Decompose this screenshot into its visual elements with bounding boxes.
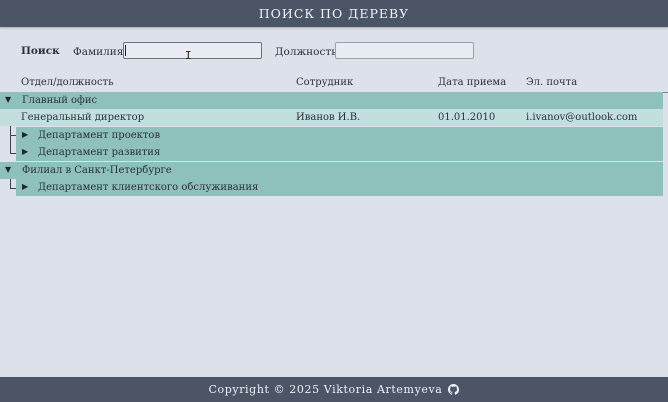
app-footer: Copyright © 2025 Viktoria Artemyeva xyxy=(0,377,668,402)
column-header-hire-date[interactable]: Дата приема xyxy=(438,77,506,88)
row-label: Департамент проектов xyxy=(38,130,161,141)
tree-connector xyxy=(10,179,11,188)
tree-row[interactable]: Генеральный директор Иванов И.В. 01.01.2… xyxy=(0,109,663,126)
column-header-department[interactable]: Отдел/должность xyxy=(21,77,114,88)
row-label: Главный офис xyxy=(22,95,98,106)
github-icon[interactable] xyxy=(448,384,460,395)
surname-label: Фамилия xyxy=(73,46,124,58)
row-label: Департамент развития xyxy=(38,147,161,158)
triangle-right-icon[interactable]: ▶ xyxy=(22,147,28,156)
copyright-text: Copyright © 2025 Viktoria Artemyeva xyxy=(208,383,443,396)
tree-row[interactable]: ▶ Департамент проектов xyxy=(16,127,663,144)
text-cursor-icon: I xyxy=(185,49,192,62)
triangle-right-icon[interactable]: ▶ xyxy=(22,182,28,191)
row-label: Департамент клиентского обслуживания xyxy=(38,182,259,193)
tree-row[interactable]: ▶ Департамент клиентского обслуживания xyxy=(16,179,663,196)
surname-input[interactable] xyxy=(123,42,262,59)
triangle-down-icon[interactable]: ▼ xyxy=(5,165,11,174)
tree-row[interactable]: ▼ Главный офис xyxy=(0,92,663,109)
triangle-right-icon[interactable]: ▶ xyxy=(22,130,28,139)
search-panel: Поиск Фамилия Должность xyxy=(0,42,668,62)
hire-date-cell: 01.01.2010 xyxy=(438,112,496,123)
email-cell: i.ivanov@outlook.com xyxy=(526,112,638,123)
tree-row[interactable]: ▼ Филиал в Санкт-Петербурге xyxy=(0,162,663,179)
position-label: Должность xyxy=(275,46,337,58)
tree-row[interactable]: ▶ Департамент развития xyxy=(16,144,663,161)
row-label: Филиал в Санкт-Петербурге xyxy=(22,165,172,176)
search-title: Поиск xyxy=(21,45,60,57)
column-header-employee[interactable]: Сотрудник xyxy=(296,77,353,88)
app-header: ПОИСК ПО ДЕРЕВУ xyxy=(0,0,668,27)
row-label: Генеральный директор xyxy=(21,112,145,123)
column-header-email[interactable]: Эл. почта xyxy=(526,77,577,88)
text-caret xyxy=(125,45,126,56)
position-input[interactable] xyxy=(335,42,474,59)
page-title: ПОИСК ПО ДЕРЕВУ xyxy=(258,6,410,21)
table-header: Отдел/должность Сотрудник Дата приема Эл… xyxy=(0,76,668,93)
employee-cell: Иванов И.В. xyxy=(296,112,361,123)
triangle-down-icon[interactable]: ▼ xyxy=(5,95,11,104)
